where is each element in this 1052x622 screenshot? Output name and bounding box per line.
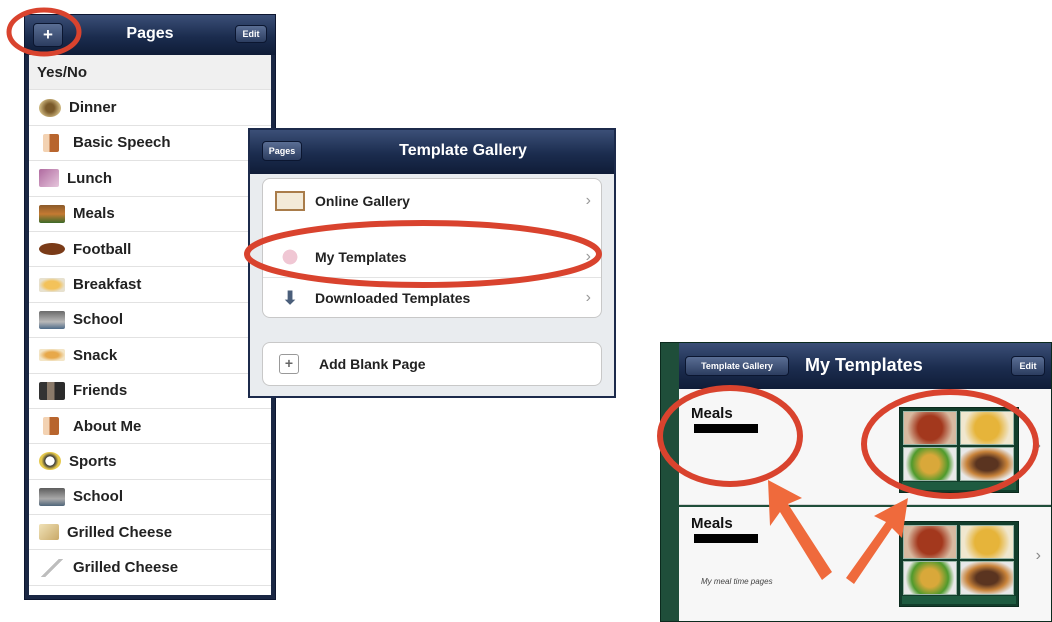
list-item[interactable]: About Me (29, 409, 271, 445)
add-blank-page-group: + Add Blank Page (262, 342, 602, 386)
person-icon (275, 247, 305, 267)
list-item-label: Dinner (69, 99, 117, 117)
list-item-label: Friends (73, 382, 128, 400)
chicken-cell (903, 411, 957, 445)
chevron-right-icon: › (585, 288, 591, 306)
my-templates-panel: Template Gallery My Templates Edit Meals… (660, 342, 1052, 622)
knife-icon (39, 558, 65, 577)
template-owner (691, 533, 758, 544)
school-thumbnail-icon (39, 310, 65, 329)
burger-cell (960, 561, 1014, 595)
add-blank-page-item[interactable]: + Add Blank Page (263, 343, 601, 385)
gallery-title: Template Gallery (399, 142, 527, 159)
back-to-gallery-button[interactable]: Template Gallery (685, 356, 789, 376)
list-item[interactable]: Grilled Cheese (29, 515, 271, 551)
fries-cell (960, 525, 1014, 559)
chevron-right-icon: › (1035, 547, 1041, 564)
list-item[interactable]: Meals (29, 197, 271, 232)
list-item-label: Snack (73, 346, 118, 364)
list-item[interactable]: Yes/No (29, 55, 271, 91)
list-item[interactable]: Breakfast (29, 267, 271, 303)
download-arrow-icon: ⬇ (282, 287, 298, 308)
online-gallery-label: Online Gallery (315, 193, 410, 209)
list-item[interactable]: Friends (29, 374, 271, 409)
burger-cell (960, 447, 1014, 481)
list-item-label: Breakfast (73, 276, 142, 294)
template-card[interactable]: Meals › (679, 389, 1051, 505)
list-item[interactable]: Lunch (29, 161, 271, 197)
template-owner (691, 423, 758, 434)
list-item-label: Grilled Cheese (67, 523, 173, 541)
list-item[interactable]: Snack (29, 338, 271, 374)
vegetables-cell (903, 447, 957, 481)
person-thumbnail-icon (43, 133, 59, 152)
my-templates-title: My Templates (805, 355, 923, 375)
my-templates-navbar: Template Gallery My Templates Edit (679, 343, 1051, 389)
list-item-label: Yes/No (37, 63, 88, 81)
pages-list: Yes/No Dinner Basic Speech Lunch Meals F… (29, 55, 271, 595)
gallery-options-group: Online Gallery › My Templates › ⬇ Downlo… (262, 178, 602, 318)
snack-thumbnail-icon (39, 349, 65, 362)
sports-thumbnail-icon (39, 452, 61, 471)
redacted-info (694, 534, 758, 544)
list-item[interactable]: Football (29, 232, 271, 268)
pages-edit-button[interactable]: Edit (235, 25, 267, 43)
list-item[interactable]: School (29, 303, 271, 339)
pages-panel: + Pages Edit Yes/No Dinner Basic Speech … (24, 14, 276, 600)
vegetables-cell (903, 561, 957, 595)
my-templates-edit-button[interactable]: Edit (1011, 356, 1045, 376)
template-gallery-panel: Pages Template Gallery Online Gallery › … (248, 128, 616, 398)
fries-cell (960, 411, 1014, 445)
thumbnail-toolbar (902, 482, 1016, 490)
list-item-label: School (73, 488, 124, 506)
dinner-thumbnail-icon (39, 98, 61, 117)
add-blank-page-label: Add Blank Page (319, 356, 426, 372)
football-icon (39, 243, 65, 256)
friends-thumbnail-icon (39, 381, 65, 400)
lunch-thumbnail-icon (39, 169, 59, 188)
template-name: Meals (691, 515, 733, 532)
downloaded-templates-item[interactable]: ⬇ Downloaded Templates › (263, 277, 601, 317)
template-description: My meal time pages (701, 577, 773, 586)
list-item[interactable]: Sports (29, 444, 271, 480)
list-item-label: Basic Speech (73, 134, 171, 152)
chevron-right-icon: › (585, 192, 591, 209)
online-gallery-item[interactable]: Online Gallery › (263, 181, 601, 221)
list-item-label: School (73, 311, 124, 329)
meals-thumbnail-icon (39, 204, 65, 223)
my-templates-item[interactable]: My Templates › (263, 237, 601, 277)
breakfast-thumbnail-icon (39, 277, 65, 292)
pages-navbar: + Pages Edit (25, 15, 275, 55)
picture-frame-icon (275, 191, 305, 211)
chevron-right-icon: › (585, 248, 591, 265)
list-item-label: About Me (73, 417, 142, 435)
list-item-label: Grilled Cheese (73, 559, 179, 577)
chevron-right-icon: › (1035, 437, 1041, 454)
template-thumbnail (899, 407, 1019, 493)
list-item[interactable]: Grilled Cheese (29, 550, 271, 586)
downloaded-templates-label: Downloaded Templates (315, 289, 471, 306)
my-templates-label: My Templates (315, 249, 407, 265)
thumbnail-toolbar (902, 596, 1016, 604)
list-item-label: Meals (73, 205, 115, 223)
back-to-pages-button[interactable]: Pages (262, 141, 302, 161)
chicken-cell (903, 525, 957, 559)
plus-icon: + (279, 354, 299, 374)
school-thumbnail-icon (39, 487, 65, 506)
template-thumbnail (899, 521, 1019, 607)
template-name: Meals (691, 405, 733, 422)
list-item-label: Sports (69, 452, 117, 470)
list-item[interactable]: Basic Speech (29, 126, 271, 162)
list-item-label: Football (73, 240, 132, 258)
list-item[interactable]: Dinner (29, 90, 271, 126)
list-item[interactable]: School (29, 480, 271, 516)
grilled-cheese-icon (39, 524, 59, 541)
gallery-navbar: Pages Template Gallery (250, 130, 614, 174)
redacted-info (694, 424, 758, 434)
list-item-label: Lunch (67, 169, 112, 187)
template-card[interactable]: Meals My meal time pages › (679, 507, 1051, 621)
person-thumbnail-icon (43, 417, 59, 436)
